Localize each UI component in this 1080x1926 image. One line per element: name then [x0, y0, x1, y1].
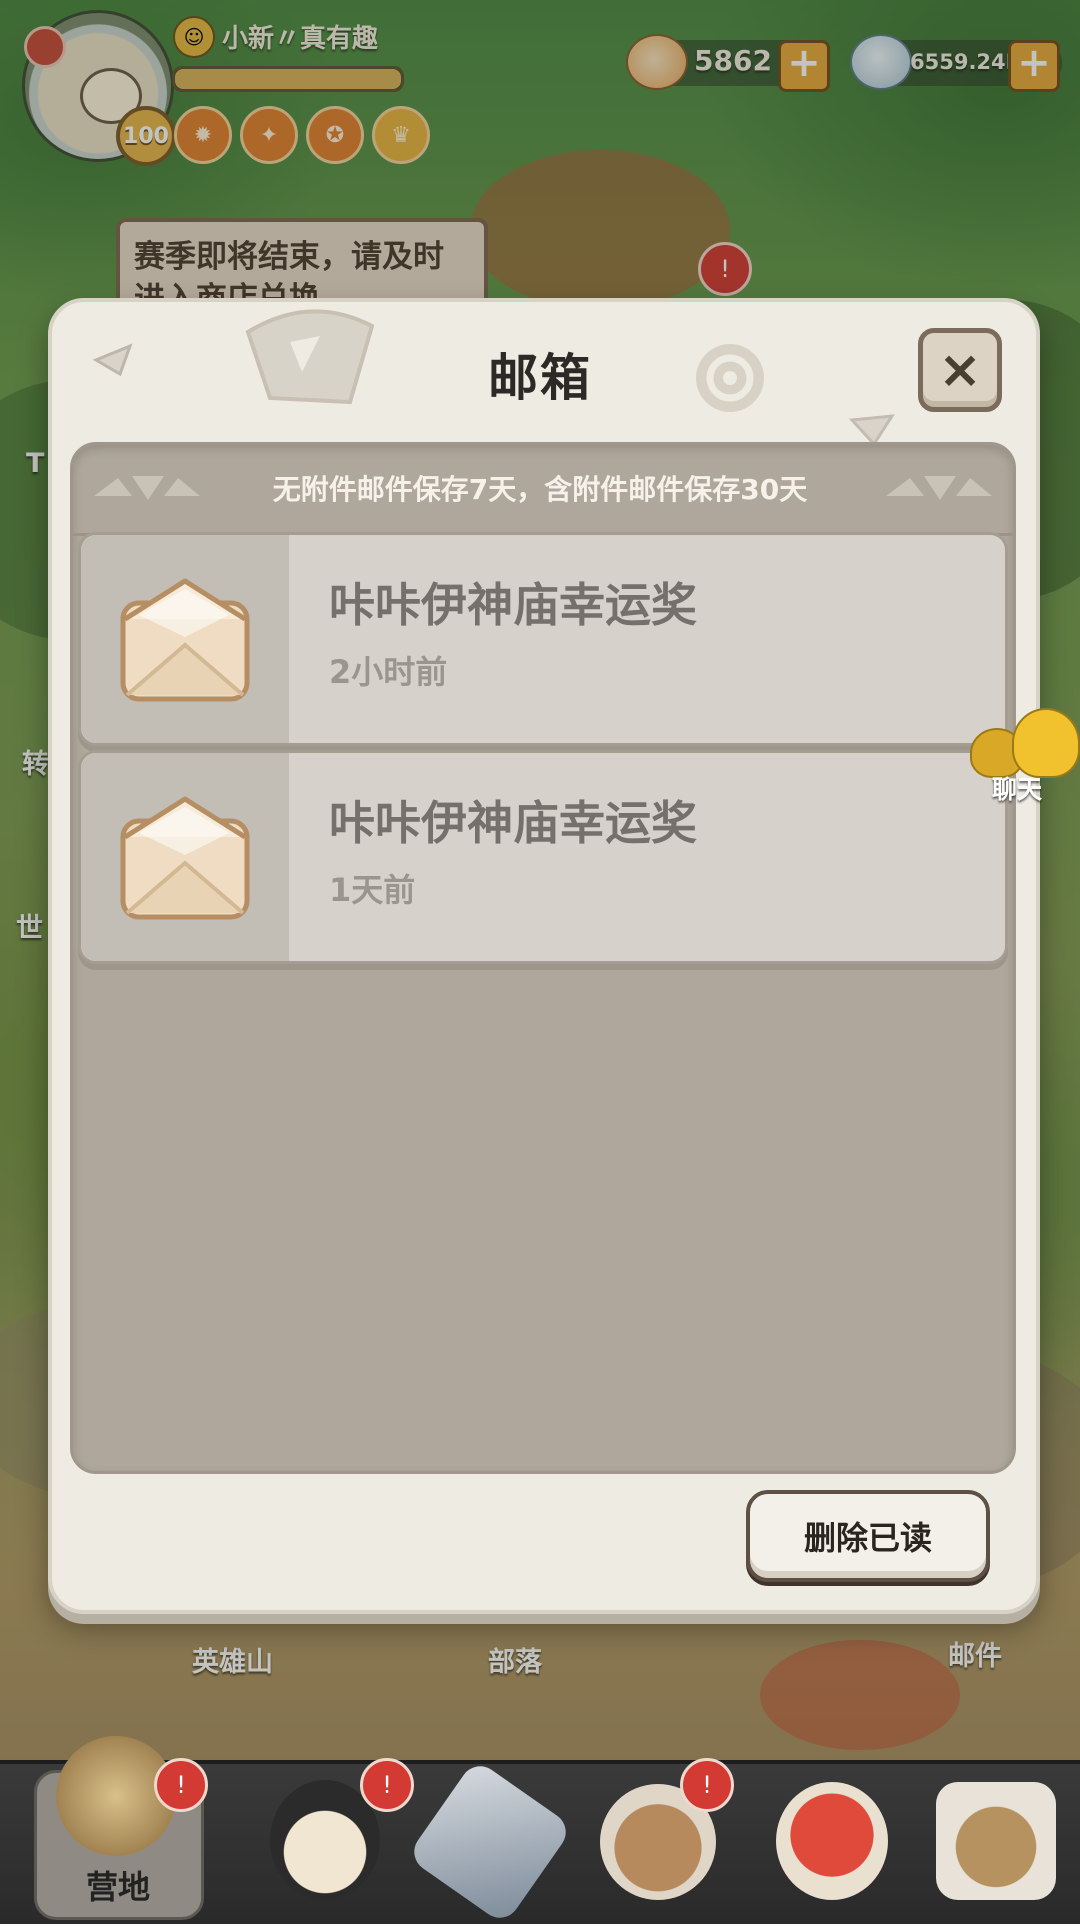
chat-ghost-icon: [1012, 708, 1080, 778]
mail-icon-cell: [81, 535, 289, 743]
delete-read-button[interactable]: 删除已读: [746, 1490, 990, 1582]
close-icon: ×: [938, 340, 982, 400]
envelope-icon: [120, 578, 250, 702]
chat-label: 聊天: [992, 775, 1043, 804]
elder-alert-icon: !: [680, 1758, 734, 1812]
camp-alert-icon: !: [154, 1758, 208, 1812]
mail-icon-cell: [81, 753, 289, 961]
mail-time: 1天前: [329, 871, 416, 909]
retention-note: 无附件邮件保存7天，含附件邮件保存30天: [272, 473, 808, 506]
envelope-icon: [120, 796, 250, 920]
mail-title: 咔咔伊神庙幸运奖: [329, 578, 697, 632]
mail-time: 2小时前: [329, 653, 448, 691]
close-button[interactable]: ×: [918, 328, 1002, 412]
nav-pet-icon[interactable]: [776, 1782, 888, 1900]
mail-title: 咔咔伊神庙幸运奖: [329, 796, 697, 850]
hero-alert-icon: !: [360, 1758, 414, 1812]
mail-item[interactable]: 咔咔伊神庙幸运奖 2小时前: [78, 532, 1008, 746]
chat-button[interactable]: 聊天: [968, 706, 1080, 810]
mail-item[interactable]: 咔咔伊神庙幸运奖 1天前: [78, 750, 1008, 964]
nav-camp-label: 营地: [86, 1868, 151, 1906]
nav-totem-icon[interactable]: [936, 1782, 1056, 1900]
